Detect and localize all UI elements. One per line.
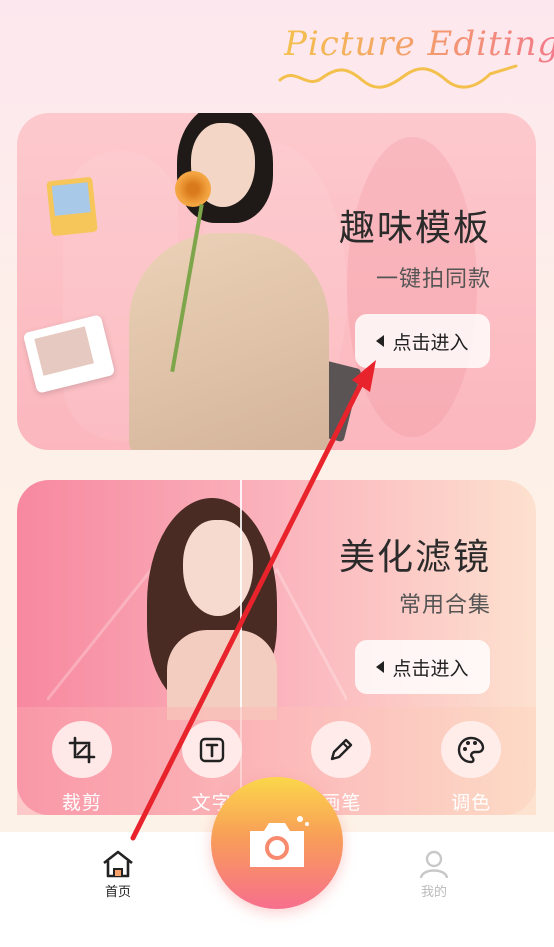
enter-template-button[interactable]: 点击进入 xyxy=(355,314,490,368)
nav-home-label: 首页 xyxy=(104,885,131,900)
camera-button[interactable] xyxy=(211,777,343,909)
card-subtitle: 一键拍同款 xyxy=(375,267,491,292)
card-title: 美化滤镜 xyxy=(338,537,491,578)
polaroid-sticker xyxy=(46,176,98,237)
camera-icon xyxy=(250,816,309,867)
home-icon xyxy=(103,850,133,878)
enter-filter-button[interactable]: 点击进入 xyxy=(355,640,490,694)
palette-icon xyxy=(441,721,502,778)
nav-home[interactable]: 首页 xyxy=(90,849,146,900)
text-icon xyxy=(181,721,242,778)
nav-me[interactable]: 我的 xyxy=(406,849,462,900)
card-title: 趣味模板 xyxy=(338,208,491,249)
triangle-left-icon xyxy=(376,661,385,673)
button-label: 点击进入 xyxy=(392,331,469,354)
logo-text: Picture Editing xyxy=(284,24,554,64)
crop-icon xyxy=(51,721,112,778)
model-photo xyxy=(107,113,357,450)
user-icon xyxy=(419,850,449,879)
tool-label: 调色 xyxy=(451,792,492,814)
app-screen: Picture Editing 趣味模板 一键拍同款 点击进入 美化滤镜 常用合… xyxy=(0,0,554,947)
tool-crop[interactable]: 裁剪 xyxy=(32,721,132,815)
nav-me-label: 我的 xyxy=(420,885,447,900)
tool-palette[interactable]: 调色 xyxy=(421,721,521,815)
button-label: 点击进入 xyxy=(392,657,469,680)
template-card[interactable]: 趣味模板 一键拍同款 点击进入 xyxy=(17,113,536,450)
card-subtitle: 常用合集 xyxy=(398,593,491,618)
tool-label: 裁剪 xyxy=(61,792,102,814)
triangle-left-icon xyxy=(376,335,385,347)
app-logo: Picture Editing xyxy=(276,14,554,94)
pencil-icon xyxy=(311,721,372,778)
